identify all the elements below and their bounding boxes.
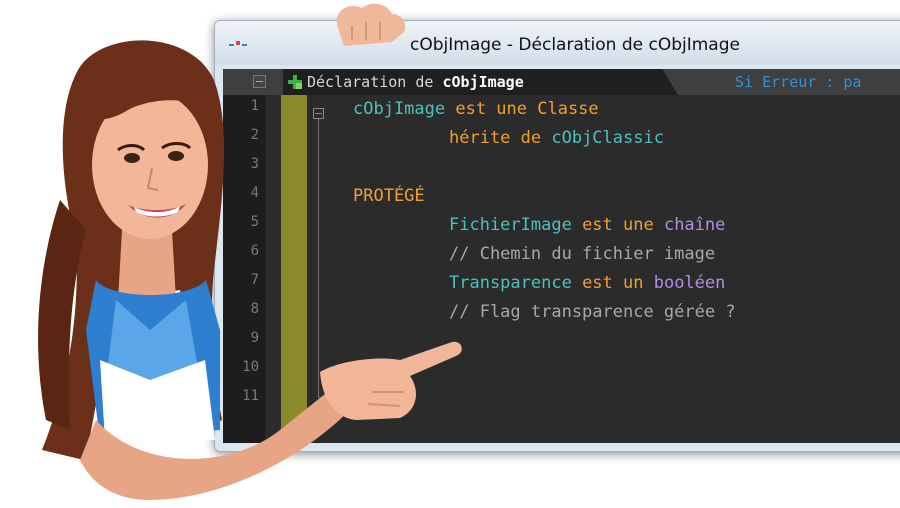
code-comment: // Flag transparence gérée ? bbox=[449, 302, 736, 322]
modified-lines-marker bbox=[281, 95, 307, 443]
line-number: 7 bbox=[250, 272, 259, 288]
member-name: FichierImage bbox=[449, 215, 572, 235]
shirt bbox=[86, 280, 220, 440]
class-declaration-icon bbox=[288, 75, 302, 89]
tab-si-erreur[interactable]: Si Erreur : pa bbox=[735, 69, 861, 95]
editor-tabbar: Déclaration de cObjImage Si Erreur : pa bbox=[223, 69, 900, 95]
type-name: booléen bbox=[653, 273, 726, 293]
neck bbox=[118, 230, 176, 300]
code-line-8: // Flag transparence gérée ? bbox=[449, 302, 736, 322]
fold-guide-end bbox=[318, 397, 325, 398]
keyword: est une bbox=[571, 215, 664, 235]
code-line-5: FichierImage est une chaîne bbox=[449, 215, 725, 235]
tab-declaration-label: Déclaration de cObjImage bbox=[307, 69, 524, 95]
keyword: hérite de bbox=[449, 128, 552, 148]
code-area[interactable]: cObjImage est une Classe hérite de cObjC… bbox=[223, 69, 736, 380]
line-number: 8 bbox=[250, 301, 259, 317]
member-name: Transparence bbox=[449, 273, 572, 293]
face bbox=[92, 78, 208, 239]
line-number: 11 bbox=[242, 388, 259, 404]
editor-window: cObjImage - Déclaration de cObjImage Déc… bbox=[214, 20, 900, 452]
code-comment: // Chemin du fichier image bbox=[449, 244, 716, 264]
line-number: 10 bbox=[242, 359, 259, 375]
hair bbox=[38, 40, 225, 460]
tab-label-prefix: Déclaration de bbox=[307, 73, 443, 91]
keyword: PROTÉGÉ bbox=[353, 186, 425, 206]
code-line-7: Transparence est un booléen bbox=[449, 273, 725, 293]
keyword: FIN bbox=[353, 360, 384, 380]
code-editor[interactable]: Déclaration de cObjImage Si Erreur : pa … bbox=[223, 69, 900, 443]
code-line-1: cObjImage est une Classe bbox=[353, 99, 599, 119]
window-title: cObjImage - Déclaration de cObjImage bbox=[410, 35, 740, 55]
keyword: est une Classe bbox=[445, 99, 599, 119]
fold-guide bbox=[318, 119, 319, 397]
code-line-6: // Chemin du fichier image bbox=[449, 244, 715, 264]
type-name: chaîne bbox=[663, 215, 726, 235]
tab-declaration[interactable]: Déclaration de cObjImage bbox=[283, 69, 678, 95]
code-line-10: FIN bbox=[353, 360, 384, 380]
line-number: 9 bbox=[250, 330, 259, 346]
class-name: cObjImage bbox=[353, 99, 446, 119]
base-class-name: cObjClassic bbox=[551, 128, 664, 148]
code-line-4: PROTÉGÉ bbox=[353, 186, 425, 206]
code-line-2: hérite de cObjClassic bbox=[449, 128, 664, 148]
keyword: est un bbox=[571, 273, 654, 293]
window-titlebar[interactable]: cObjImage - Déclaration de cObjImage bbox=[215, 21, 900, 65]
tab-label-classname: cObjImage bbox=[442, 73, 524, 91]
fold-toggle-icon[interactable] bbox=[313, 108, 324, 119]
